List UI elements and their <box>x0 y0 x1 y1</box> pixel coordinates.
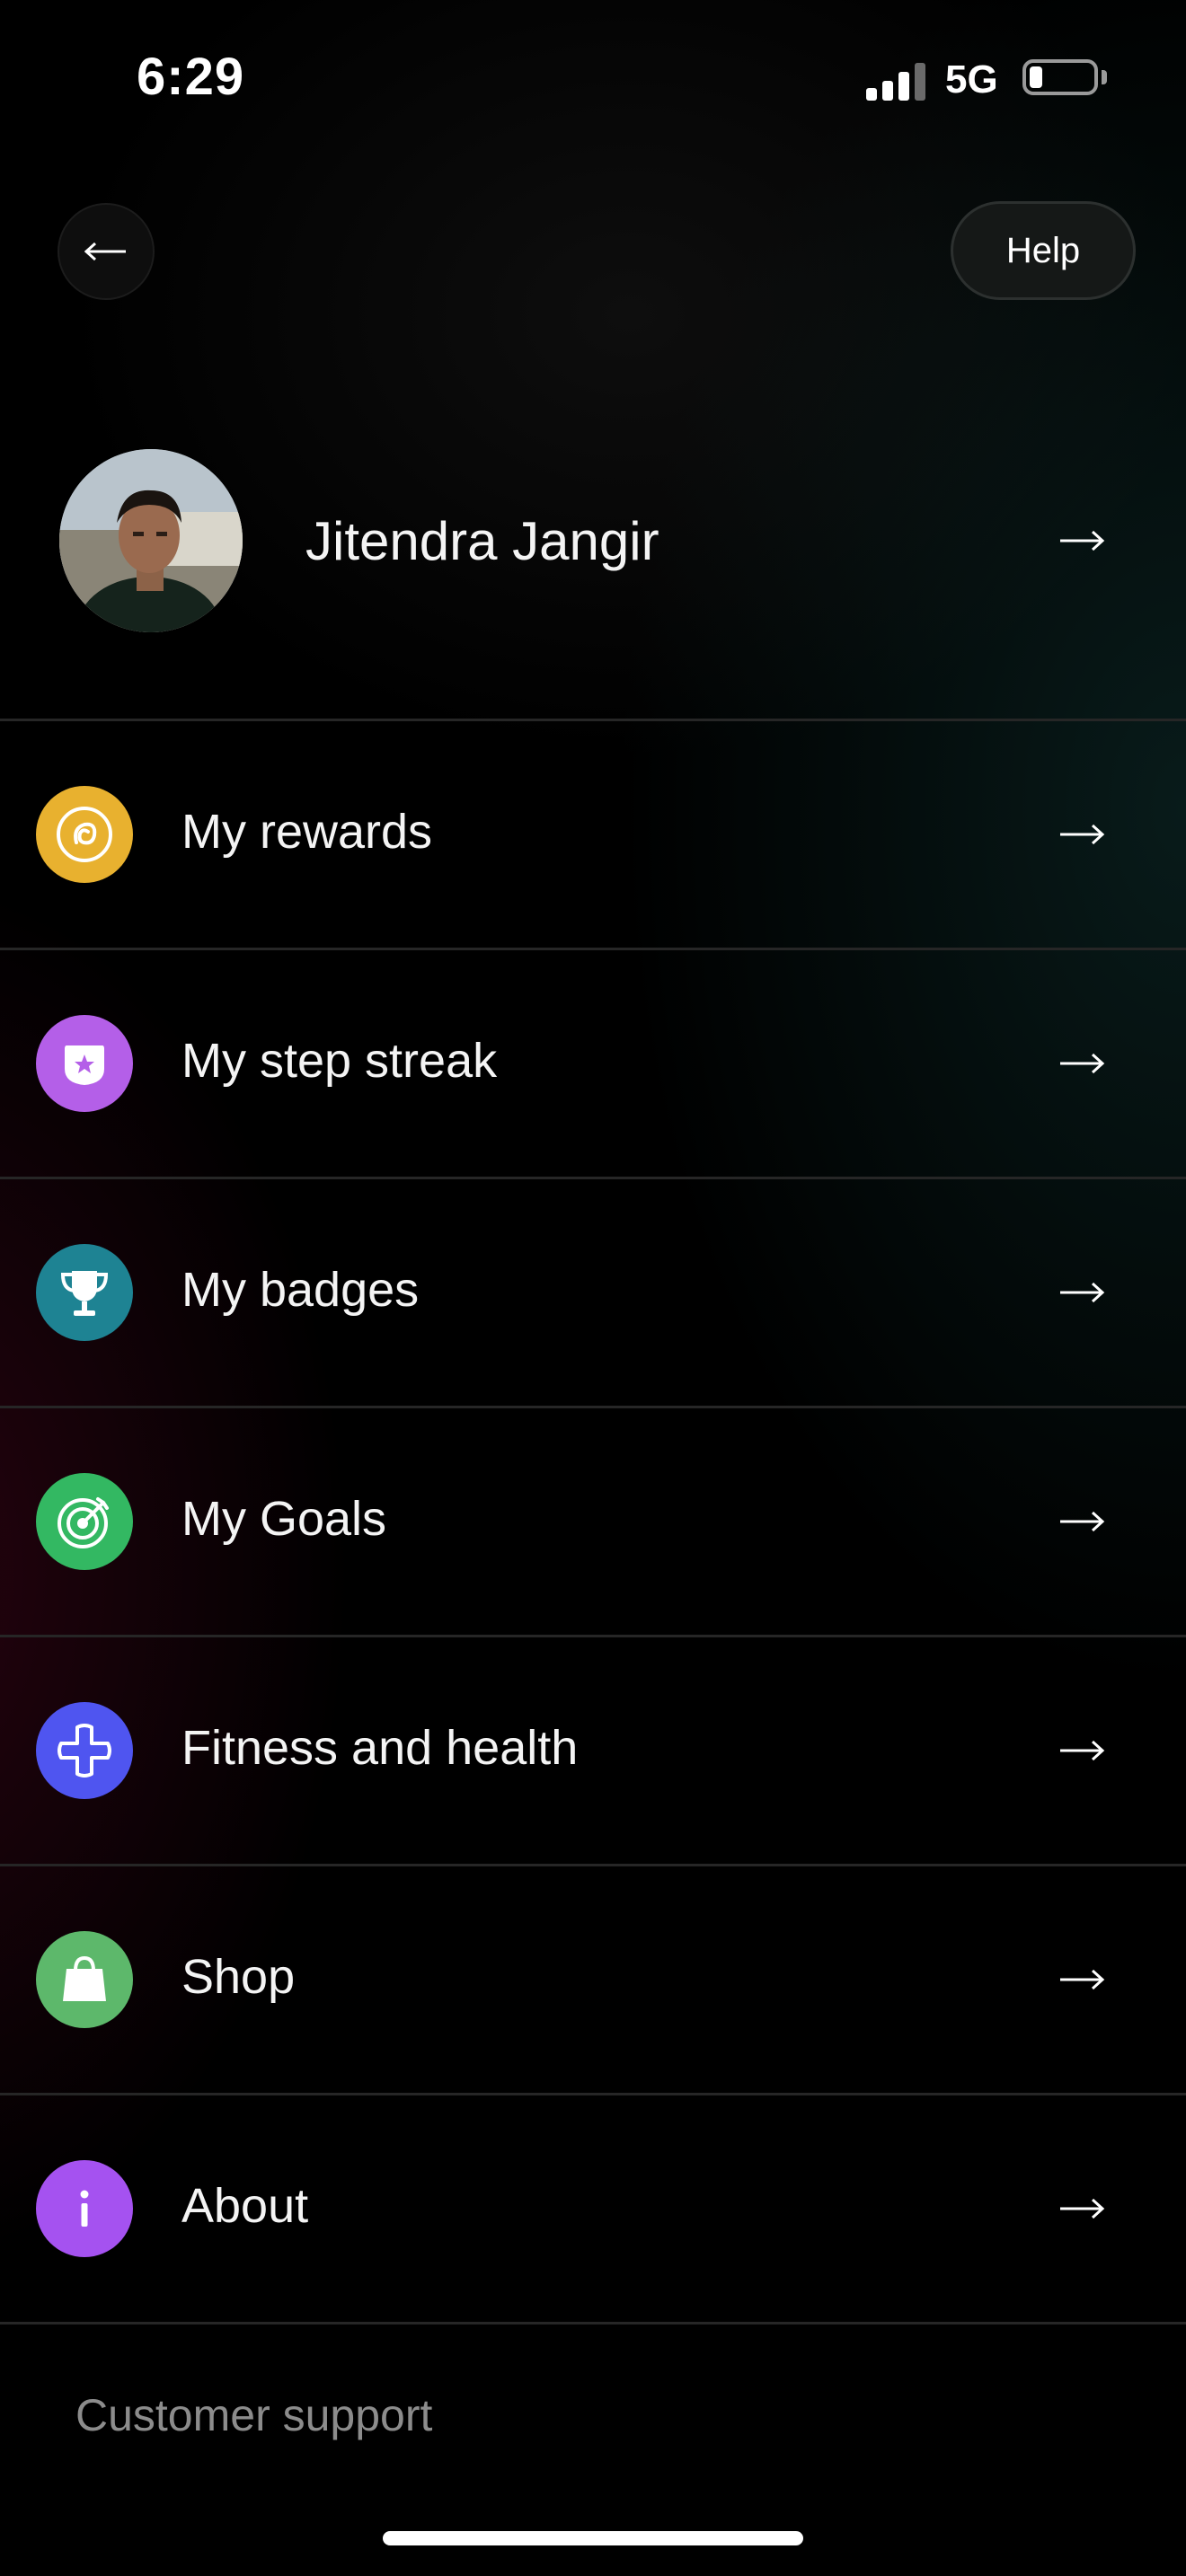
profile-menu-screen: 6:29 5G Help Jitendra Jangir My rewards … <box>0 0 1186 2576</box>
network-type: 5G <box>945 57 998 101</box>
battery-icon <box>1022 59 1098 95</box>
profile-name: Jitendra Jangir <box>305 511 659 571</box>
menu-item-my-goals[interactable]: My Goals <box>0 1408 1186 1635</box>
menu-item-my-rewards[interactable]: My rewards <box>0 721 1186 948</box>
avatar <box>59 449 243 632</box>
help-button[interactable]: Help <box>951 201 1136 300</box>
menu-item-shop[interactable]: Shop <box>0 1866 1186 2093</box>
shopping-bag-icon <box>36 1931 133 2028</box>
menu-item-my-step-streak[interactable]: My step streak <box>0 950 1186 1177</box>
arrow-left-icon <box>84 242 126 261</box>
streak-badge-icon <box>36 1015 133 1112</box>
target-icon <box>36 1473 133 1570</box>
arrow-right-icon <box>1060 530 1105 551</box>
info-icon <box>36 2160 133 2257</box>
arrow-right-icon <box>1060 1282 1105 1303</box>
customer-support-link[interactable]: Customer support <box>75 2389 432 2441</box>
trophy-icon <box>36 1244 133 1341</box>
arrow-right-icon <box>1060 2198 1105 2219</box>
menu-item-label: My Goals <box>181 1492 387 1546</box>
profile-row[interactable]: Jitendra Jangir <box>0 428 1186 720</box>
arrow-right-icon <box>1060 824 1105 845</box>
arrow-right-icon <box>1060 1053 1105 1074</box>
arrow-right-icon <box>1060 1969 1105 1990</box>
status-time: 6:29 <box>137 48 245 106</box>
battery-cap <box>1102 70 1107 84</box>
menu-item-label: My step streak <box>181 1034 498 1088</box>
menu-item-fitness-and-health[interactable]: Fitness and health <box>0 1637 1186 1864</box>
status-bar: 6:29 5G <box>0 0 1186 162</box>
menu-item-label: About <box>181 2179 309 2233</box>
home-indicator[interactable] <box>383 2531 803 2545</box>
menu-item-label: Shop <box>181 1950 296 2004</box>
health-cross-icon <box>36 1702 133 1799</box>
menu-item-label: My badges <box>181 1263 420 1317</box>
menu-item-about[interactable]: About <box>0 2095 1186 2322</box>
signal-strength-icon <box>866 63 927 101</box>
menu-item-label: Fitness and health <box>181 1721 579 1775</box>
divider <box>0 2322 1186 2325</box>
avatar-photo <box>59 449 243 632</box>
back-button[interactable] <box>58 203 155 300</box>
arrow-right-icon <box>1060 1740 1105 1761</box>
menu-item-my-badges[interactable]: My badges <box>0 1179 1186 1406</box>
menu-item-label: My rewards <box>181 805 433 859</box>
rewards-coin-icon <box>36 786 133 883</box>
arrow-right-icon <box>1060 1511 1105 1532</box>
